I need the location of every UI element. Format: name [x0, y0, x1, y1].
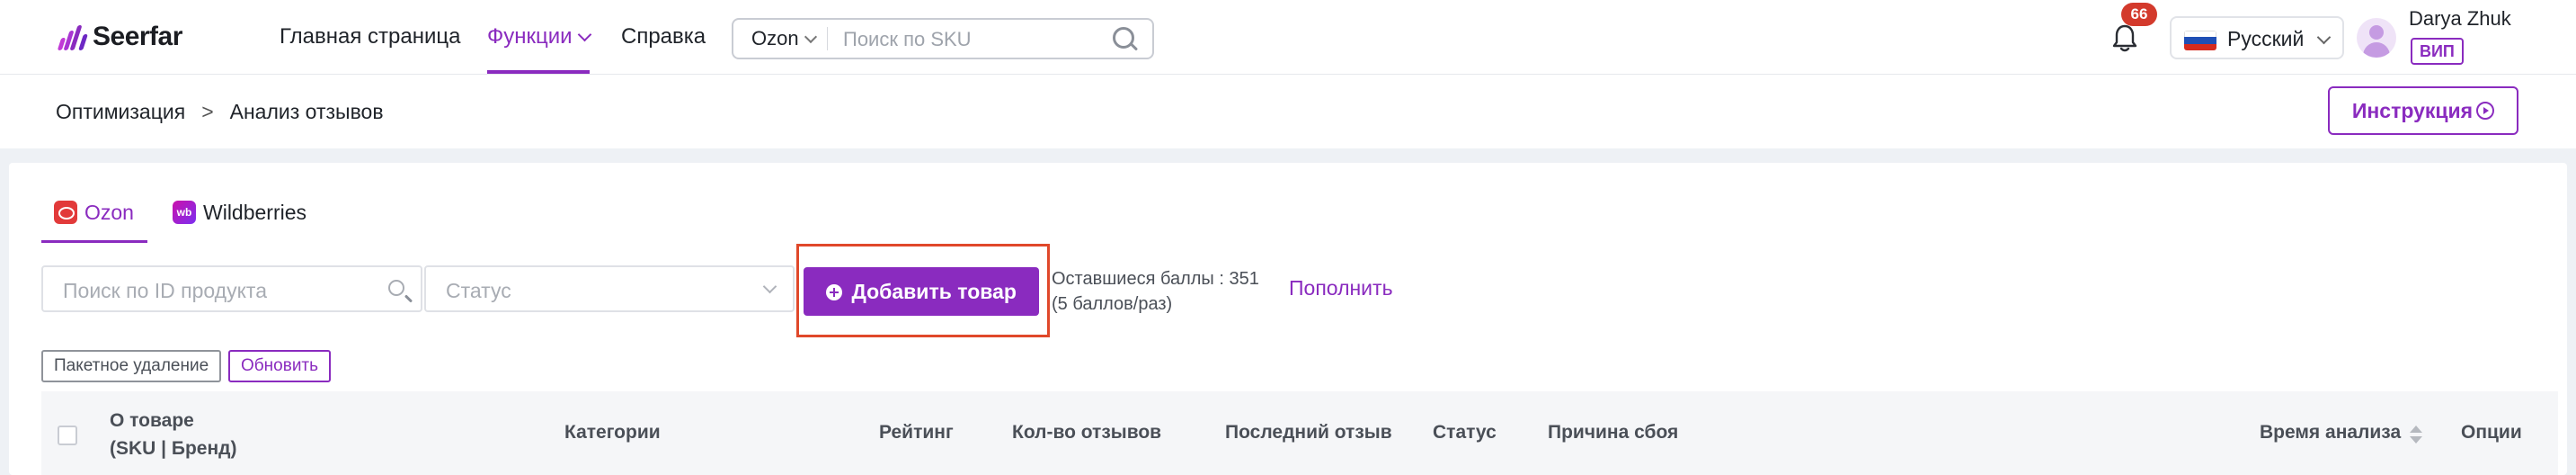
column-product-info-title: О товаре: [110, 410, 194, 431]
chevron-down-icon: [577, 27, 591, 42]
russia-flag-icon: [2184, 31, 2216, 50]
tab-ozon[interactable]: Ozon: [54, 197, 134, 228]
sort-icon[interactable]: [2410, 426, 2423, 444]
column-analysis-time[interactable]: Время анализа: [2260, 422, 2423, 444]
search-icon[interactable]: [1113, 27, 1134, 49]
column-review-count: Кол-во отзывов: [1012, 422, 1162, 443]
status-select[interactable]: Статус: [424, 265, 795, 312]
refresh-button[interactable]: Обновить: [228, 350, 332, 382]
highlight-box: [796, 244, 1050, 337]
status-placeholder: Статус: [446, 279, 511, 302]
review-analysis-panel: Ozon wb Wildberries Поиск по ID продукта…: [9, 163, 2567, 475]
page-header: Оптимизация > Анализ отзывов Инструкция: [0, 75, 2576, 148]
logo-text: Seerfar: [93, 22, 182, 51]
nav-functions-label: Функции: [487, 24, 573, 49]
column-analysis-time-label: Время анализа: [2260, 422, 2402, 443]
tab-wildberries-label: Wildberries: [203, 200, 307, 224]
instruction-button-label: Инструкция: [2351, 99, 2474, 122]
tab-wildberries[interactable]: wb Wildberries: [173, 197, 306, 228]
wildberries-icon: wb: [173, 201, 196, 224]
nav-help-label: Справка: [621, 24, 706, 49]
tab-active-indicator: [41, 240, 147, 243]
nav-functions[interactable]: Функции: [487, 23, 591, 50]
topup-link[interactable]: Пополнить: [1289, 276, 1393, 300]
search-icon: [388, 280, 404, 296]
top-navigation-bar: Seerfar Главная страница Функции Справка…: [0, 0, 2576, 75]
chevron-down-icon: [804, 30, 817, 44]
product-id-placeholder: Поиск по ID продукта: [63, 279, 267, 302]
table-header: О товаре (SKU | Бренд) Категории Рейтинг…: [41, 391, 2558, 475]
play-circle-icon: [2476, 102, 2495, 120]
instruction-button[interactable]: Инструкция: [2328, 86, 2518, 135]
sku-search-input[interactable]: Поиск по SKU: [843, 28, 972, 51]
breadcrumb-parent[interactable]: Оптимизация: [56, 100, 185, 123]
column-options: Опции: [2461, 422, 2522, 443]
remaining-points: Оставшиеся баллы : 351 (5 баллов/раз): [1052, 266, 1259, 317]
avatar[interactable]: [2357, 18, 2396, 58]
notification-count-badge[interactable]: 66: [2121, 3, 2157, 26]
nav-home[interactable]: Главная страница: [280, 23, 460, 50]
column-status: Статус: [1433, 422, 1497, 443]
column-categories: Категории: [564, 422, 661, 443]
column-last-review: Последний отзыв: [1225, 422, 1392, 443]
nav-home-label: Главная страница: [280, 24, 461, 49]
points-per-use: (5 баллов/раз): [1052, 294, 1173, 314]
bulk-delete-button[interactable]: Пакетное удаление: [41, 350, 222, 382]
chevron-down-icon: [2316, 30, 2332, 45]
language-label: Русский: [2227, 27, 2305, 50]
bell-icon[interactable]: [2112, 23, 2137, 52]
column-product-info-subtitle: (SKU | Бренд): [110, 438, 237, 459]
user-name[interactable]: Darya Zhuk: [2409, 7, 2511, 31]
chevron-down-icon: [762, 279, 777, 294]
nav-active-indicator: [487, 70, 590, 74]
vip-badge: ВИП: [2411, 38, 2464, 65]
logo-icon: [57, 23, 88, 50]
column-rating: Рейтинг: [879, 422, 954, 443]
remaining-points-value: Оставшиеся баллы : 351: [1052, 269, 1259, 289]
marketplace-select-value: Ozon: [751, 27, 799, 49]
marketplace-select[interactable]: Ozon: [751, 27, 817, 50]
ozon-icon: [54, 201, 77, 224]
search-divider: [827, 27, 828, 50]
column-failure-reason: Причина сбоя: [1548, 422, 1679, 443]
breadcrumb-current: Анализ отзывов: [229, 100, 384, 123]
product-id-search-input[interactable]: Поиск по ID продукта: [41, 265, 422, 312]
breadcrumb: Оптимизация > Анализ отзывов: [56, 100, 384, 124]
tab-ozon-label: Ozon: [84, 200, 134, 224]
sku-search-box: Ozon Поиск по SKU: [732, 18, 1154, 59]
nav-help[interactable]: Справка: [621, 23, 706, 50]
breadcrumb-separator: >: [201, 100, 214, 123]
seerfar-logo[interactable]: Seerfar: [57, 22, 182, 52]
column-product-info: О товаре (SKU | Бренд): [110, 407, 236, 462]
select-all-checkbox[interactable]: [58, 426, 77, 445]
language-select[interactable]: Русский: [2170, 16, 2344, 59]
